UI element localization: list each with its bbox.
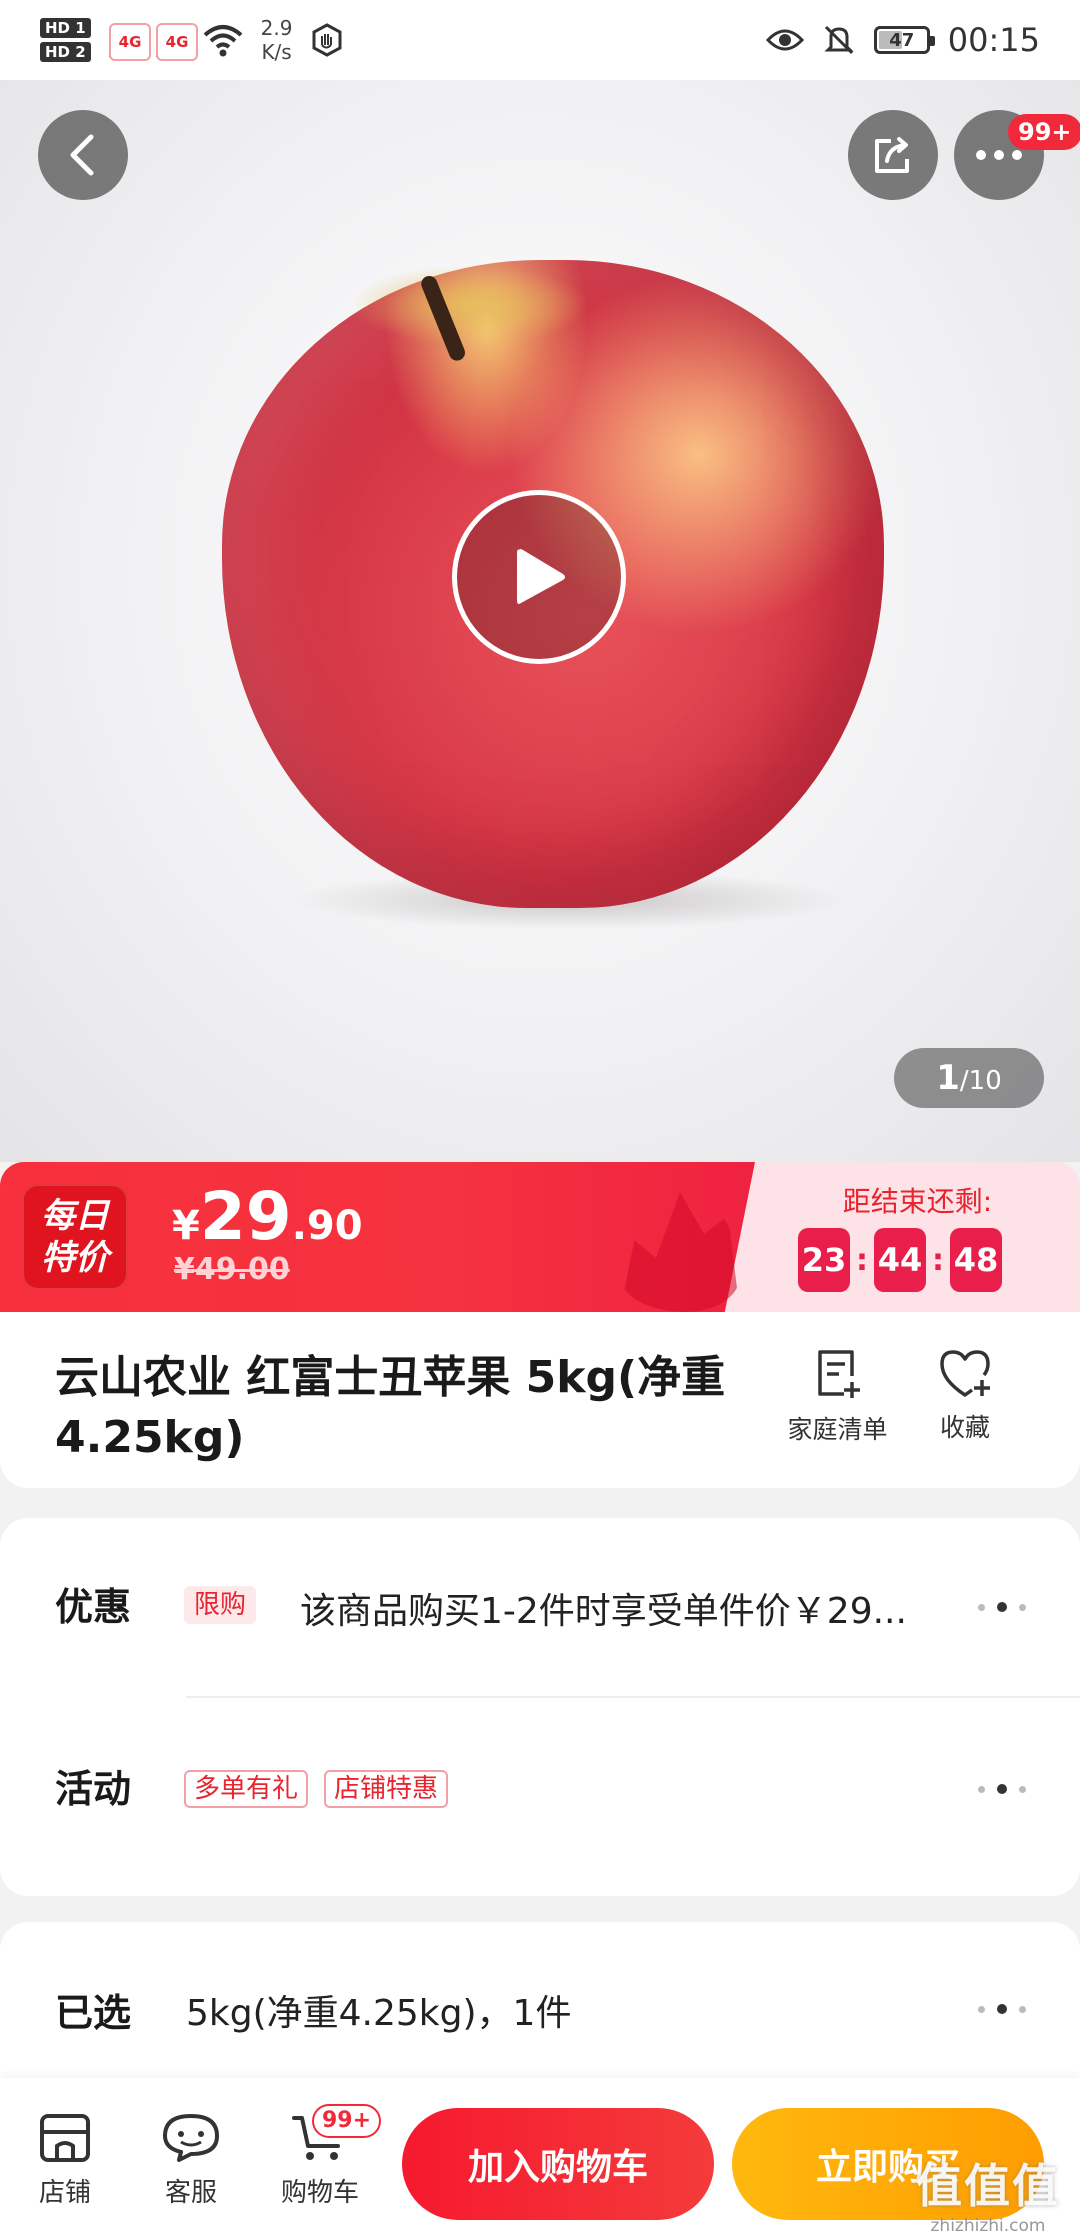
- countdown-seconds: 48: [950, 1228, 1002, 1292]
- hd-icon: HD 1 HD 2: [40, 18, 91, 62]
- product-title: 云山农业 红富士丑苹果 5kg(净重4.25kg): [55, 1352, 726, 1463]
- currency-symbol: ¥: [172, 1203, 200, 1249]
- countdown-hours: 23: [798, 1228, 850, 1292]
- hand-icon: [312, 23, 342, 57]
- watermark-url: zhizhizhi.com: [930, 2216, 1046, 2236]
- back-arrow-icon: [70, 134, 94, 176]
- promotion-divider: [186, 1696, 1080, 1698]
- favorite-button[interactable]: 收藏: [915, 1348, 1015, 1444]
- product-page: HD 1 HD 2 4G 4G 2.9 K/s 47 00:15 99+ 1 /…: [0, 0, 1080, 2240]
- daily-deal-badge: 每日 特价: [22, 1184, 128, 1290]
- network-type-label: 4G: [155, 23, 199, 61]
- selected-spec-text: 5kg(净重4.25kg)，1件: [186, 1993, 572, 2034]
- hd-1-label: HD 1: [40, 18, 91, 38]
- heart-icon: [940, 1350, 990, 1397]
- selected-more-icon[interactable]: [978, 2004, 1026, 2014]
- favorite-label: 收藏: [939, 1413, 990, 1442]
- bell-off-icon: [824, 25, 854, 55]
- daily-deal-badge-line1: 每日: [41, 1196, 109, 1236]
- signal-icon: 4G: [108, 23, 152, 61]
- activity-tag-multi-order: 多单有礼: [184, 1770, 309, 1808]
- family-list-label: 家庭清单: [787, 1415, 888, 1444]
- price-integer: 29: [199, 1178, 292, 1255]
- family-list-button[interactable]: 家庭清单: [780, 1348, 895, 1446]
- share-button[interactable]: [848, 110, 938, 200]
- promotion-label: 优惠: [55, 1585, 132, 1629]
- customer-service-button[interactable]: 客服: [148, 2112, 234, 2209]
- battery-level: 47: [889, 29, 915, 51]
- watermark-text: 值值值: [916, 2159, 1060, 2213]
- purchase-limit-tag: 限购: [184, 1586, 257, 1624]
- activity-label: 活动: [55, 1767, 132, 1811]
- battery-icon: 47: [873, 26, 935, 54]
- promotion-text: 该商品购买1-2件时享受单件价￥29...: [300, 1591, 907, 1632]
- image-counter-total: /10: [959, 1066, 1002, 1096]
- play-video-button[interactable]: [452, 490, 626, 664]
- image-counter: 1 /10: [894, 1048, 1044, 1108]
- promotion-card: 优惠 限购 该商品购买1-2件时享受单件价￥29... 活动 多单有礼 店铺特惠: [0, 1518, 1080, 1896]
- wifi-icon: [203, 25, 242, 57]
- original-price: ¥49.00: [174, 1252, 290, 1287]
- watermark: 值值值 zhizhizhi.com: [908, 2150, 1068, 2236]
- product-title-card: 云山农业 红富士丑苹果 5kg(净重4.25kg) 家庭清单 收藏: [0, 1312, 1080, 1488]
- customer-service-label: 客服: [164, 2178, 217, 2208]
- current-price: ¥ 29 .90: [172, 1178, 363, 1255]
- cart-count-badge: 99+: [312, 2104, 382, 2138]
- activity-more-icon[interactable]: [978, 1784, 1026, 1794]
- back-button[interactable]: [38, 110, 128, 200]
- network-speed: 2.9 K/s: [261, 16, 293, 64]
- price-decimal: .90: [291, 1203, 363, 1249]
- status-bar-left: HD 1 HD 2 4G 4G 2.9 K/s: [40, 16, 344, 64]
- signal-icon: 4G: [155, 23, 199, 61]
- flash-sale-price-bar: 每日 特价 ¥ 29 .90 ¥49.00 距结束还剩: 23 : 44 : 4…: [0, 1162, 1080, 1312]
- status-bar-right: 47 00:15: [765, 21, 1040, 59]
- apple-dimple: [350, 265, 590, 345]
- countdown-label: 距结束还剩:: [842, 1185, 993, 1218]
- status-bar: HD 1 HD 2 4G 4G 2.9 K/s 47 00:15: [0, 0, 1080, 80]
- shop-label: 店铺: [38, 2178, 91, 2208]
- countdown-minutes: 44: [874, 1228, 926, 1292]
- product-image-gallery[interactable]: 99+ 1 /10: [0, 80, 1080, 1162]
- more-dots-icon: [976, 150, 1022, 160]
- shop-icon: [40, 2114, 90, 2162]
- speed-unit: K/s: [261, 40, 292, 64]
- hd-2-label: HD 2: [40, 42, 91, 62]
- speed-value: 2.9: [260, 16, 293, 40]
- eye-icon: [765, 29, 804, 51]
- list-add-icon: [817, 1350, 860, 1398]
- image-counter-current: 1: [936, 1058, 960, 1098]
- chat-icon: [163, 2114, 219, 2162]
- selected-label: 已选: [55, 1991, 132, 2035]
- cart-label: 购物车: [280, 2178, 359, 2208]
- network-type-label: 4G: [108, 23, 152, 61]
- play-icon: [517, 549, 565, 604]
- activity-tag-store-deal: 店铺特惠: [324, 1770, 449, 1808]
- status-time: 00:15: [947, 21, 1040, 59]
- countdown-timer: 23 : 44 : 48: [798, 1228, 1002, 1292]
- promotion-more-icon[interactable]: [978, 1602, 1026, 1612]
- daily-deal-badge-line2: 特价: [41, 1238, 109, 1278]
- share-icon: [875, 137, 909, 173]
- add-to-cart-button[interactable]: 加入购物车: [402, 2108, 714, 2220]
- shop-button[interactable]: 店铺: [22, 2112, 108, 2209]
- message-count-badge: 99+: [1008, 114, 1080, 150]
